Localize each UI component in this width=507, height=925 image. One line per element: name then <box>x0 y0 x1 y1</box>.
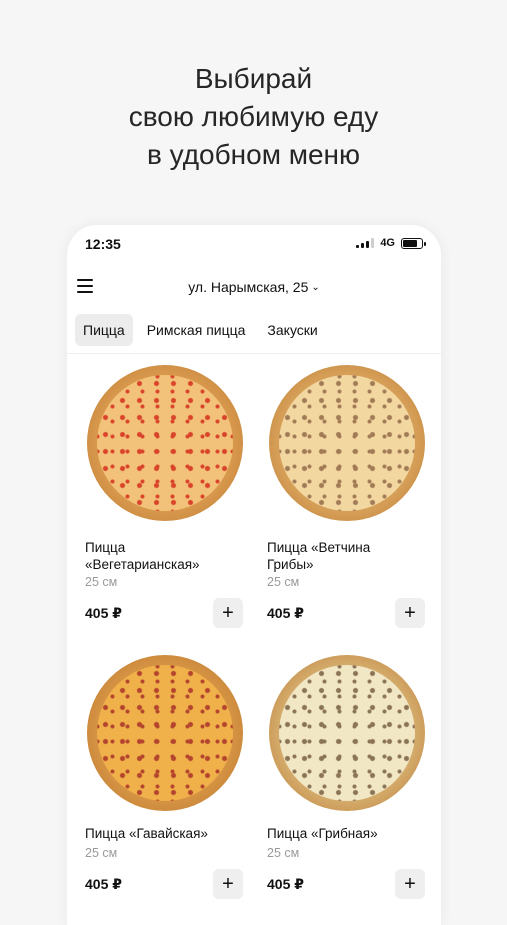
product-title: Пицца «Грибная» <box>267 826 378 841</box>
product-size: 25 см <box>85 846 118 860</box>
pizza-image <box>269 365 425 521</box>
promo-headline: Выбирай свою любимую еду в удобном меню <box>0 60 507 174</box>
product-size: 25 см <box>267 846 300 860</box>
add-to-cart-button[interactable]: + <box>395 869 425 899</box>
address-label: ул. Нарымская, 25 <box>188 279 309 295</box>
tab-snacks[interactable]: Закуски <box>259 314 325 346</box>
top-bar: ул. Нарымская, 25 ⌄ <box>67 273 441 303</box>
chevron-down-icon: ⌄ <box>311 282 320 293</box>
pizza-image <box>87 655 243 811</box>
add-to-cart-button[interactable]: + <box>395 598 425 628</box>
tab-pizza[interactable]: Пицца <box>75 314 133 346</box>
product-price: 405 ₽ <box>85 876 122 892</box>
phone-screen: 12:35 4G ул. Нарымская, 25 ⌄ Пицца Римска… <box>67 225 441 925</box>
product-card[interactable]: Пицца «Вегетарианская» 25 см 405 ₽ + <box>85 365 255 628</box>
status-indicators: 4G <box>356 237 426 249</box>
pizza-image <box>269 655 425 811</box>
divider <box>67 353 441 354</box>
add-to-cart-button[interactable]: + <box>213 598 243 628</box>
product-card[interactable]: Пицца «Грибная» 25 см 405 ₽ + <box>267 655 437 899</box>
network-label: 4G <box>380 237 395 249</box>
address-selector[interactable]: ул. Нарымская, 25 ⌄ <box>67 279 441 295</box>
headline-line-1: Выбирай <box>194 63 313 94</box>
product-price: 405 ₽ <box>267 876 304 892</box>
tab-roman-pizza[interactable]: Римская пицца <box>139 314 254 346</box>
signal-icon <box>356 238 375 248</box>
pizza-image <box>87 365 243 521</box>
product-title: Пицца «Ветчина Грибы» <box>267 540 371 572</box>
status-time: 12:35 <box>85 236 121 252</box>
add-to-cart-button[interactable]: + <box>213 869 243 899</box>
product-size: 25 см <box>267 575 300 589</box>
product-card[interactable]: Пицца «Гавайская» 25 см 405 ₽ + <box>85 655 255 899</box>
headline-line-2: свою любимую еду <box>128 101 379 132</box>
product-card[interactable]: Пицца «Ветчина Грибы» 25 см 405 ₽ + <box>267 365 437 628</box>
battery-icon <box>401 237 426 249</box>
product-size: 25 см <box>85 575 118 589</box>
product-title: Пицца «Вегетарианская» <box>85 540 200 572</box>
product-title: Пицца «Гавайская» <box>85 826 208 841</box>
product-price: 405 ₽ <box>85 605 122 621</box>
headline-line-3: в удобном меню <box>146 139 361 170</box>
product-price: 405 ₽ <box>267 605 304 621</box>
category-tabs: Пицца Римская пицца Закуски <box>75 314 441 346</box>
status-bar: 12:35 4G <box>67 225 441 265</box>
